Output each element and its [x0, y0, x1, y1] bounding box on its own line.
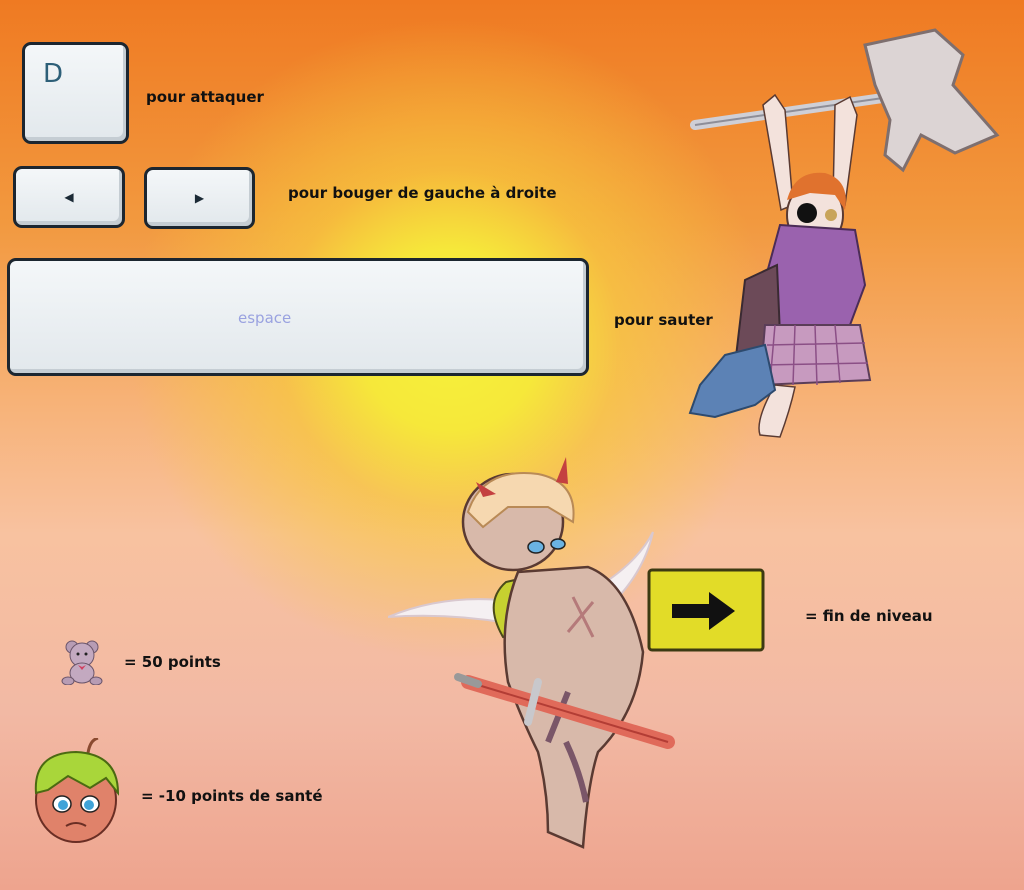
right-arrow-icon: ▶ [194, 191, 205, 205]
level-end-sign [647, 568, 765, 652]
key-space: espace [7, 258, 589, 376]
health-label: = -10 points de santé [141, 787, 323, 805]
level-end-label: = fin de niveau [805, 607, 933, 625]
key-left: ◀ [13, 166, 125, 228]
key-space-label: espace [238, 309, 292, 327]
teddy-points-label: = 50 points [124, 653, 221, 671]
key-right: ▶ [144, 167, 255, 229]
attack-label: pour attaquer [146, 88, 264, 106]
left-arrow-icon: ◀ [64, 190, 74, 204]
enemy-face-icon [34, 738, 120, 843]
move-label: pour bouger de gauche à droite [288, 184, 557, 202]
girl-with-axe-character [688, 28, 1000, 438]
cherub-demon-character [388, 457, 675, 849]
key-d: D [22, 42, 129, 144]
key-d-label: D [43, 59, 64, 89]
teddy-bear-icon [61, 640, 103, 685]
